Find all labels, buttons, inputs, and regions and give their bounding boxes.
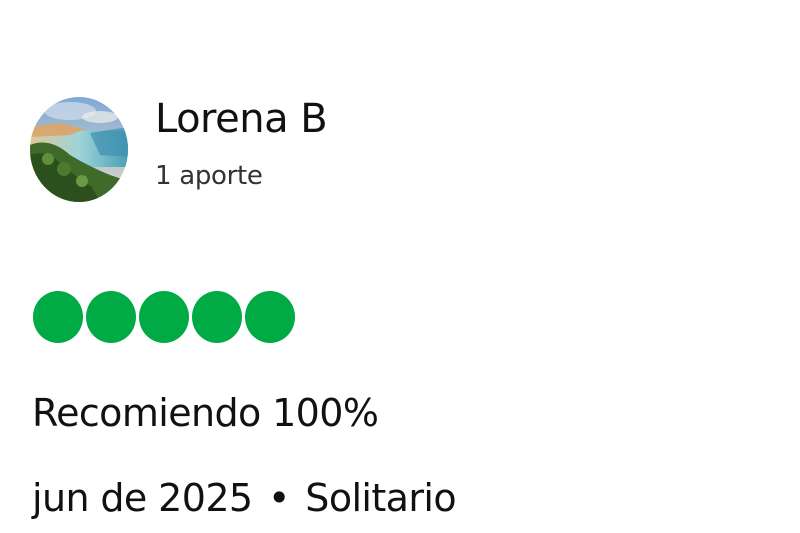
trip-type: Solitario <box>305 476 456 520</box>
rating-bubble-icon <box>139 291 189 343</box>
author-info: Lorena B 1 aporte <box>155 95 328 191</box>
visit-date: jun de 2025 <box>32 476 253 520</box>
review-card: Lorena B 1 aporte Recomiendo 100% jun de… <box>0 0 800 533</box>
review-author: Lorena B 1 aporte <box>30 95 328 202</box>
review-meta: jun de 2025 • Solitario <box>32 474 457 522</box>
bubble-rating <box>33 291 298 343</box>
separator: • <box>267 476 290 520</box>
rating-bubble-icon <box>33 291 83 343</box>
avatar[interactable] <box>30 97 128 202</box>
rating-bubble-icon <box>245 291 295 343</box>
review-title[interactable]: Recomiendo 100% <box>32 389 379 437</box>
author-name[interactable]: Lorena B <box>155 95 328 143</box>
contributions-count: 1 aporte <box>155 161 263 191</box>
rating-bubble-icon <box>86 291 136 343</box>
rating-bubble-icon <box>192 291 242 343</box>
